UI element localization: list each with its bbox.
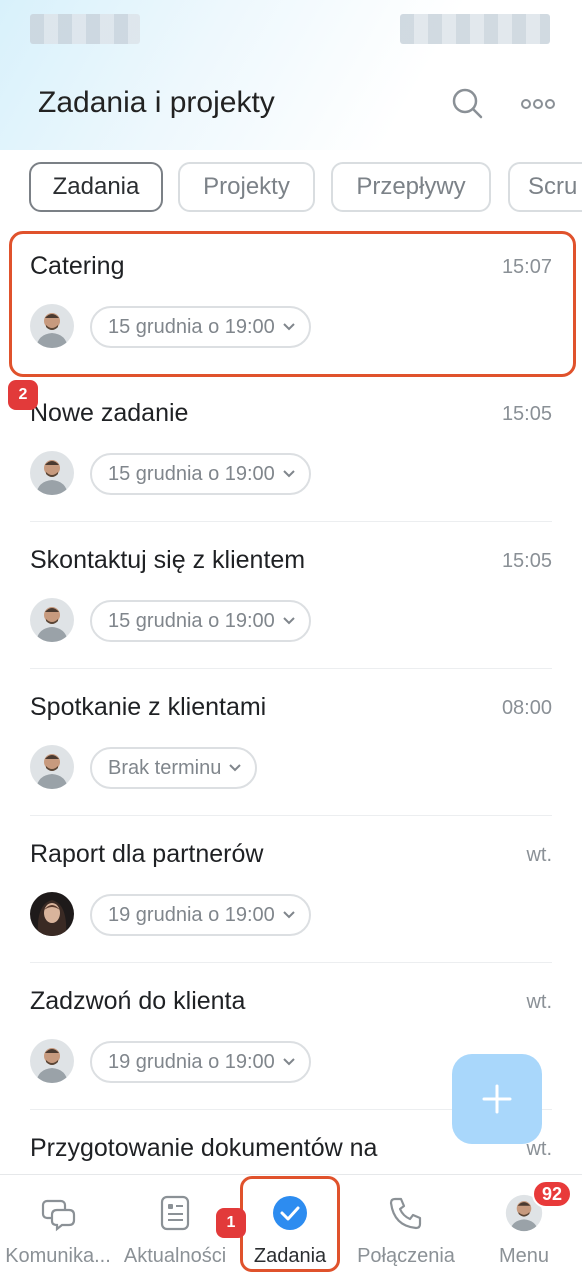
avatar[interactable] bbox=[30, 451, 74, 495]
task-time: wt. bbox=[526, 844, 552, 866]
step-marker: 2 bbox=[8, 380, 38, 410]
task-title: Nowe zadanie bbox=[30, 399, 189, 427]
task-title: Spotkanie z klientami bbox=[30, 693, 267, 721]
plus-icon bbox=[482, 1084, 512, 1114]
task-title: Zadzwoń do klienta bbox=[30, 987, 246, 1015]
phone-icon bbox=[386, 1193, 426, 1233]
deadline-pill[interactable]: 15 grudnia o 19:00 bbox=[90, 600, 311, 642]
status-bar-left-blurred bbox=[30, 14, 140, 44]
menu-notification-badge: 92 bbox=[532, 1180, 572, 1208]
chevron-down-icon bbox=[283, 911, 295, 919]
app-header: Zadania i projekty bbox=[0, 70, 582, 140]
deadline-label: Brak terminu bbox=[108, 756, 222, 779]
nav-highlight-frame bbox=[240, 1176, 340, 1272]
tab-scrum[interactable]: Scru bbox=[508, 162, 582, 212]
chat-icon bbox=[38, 1193, 78, 1233]
task-row[interactable]: Spotkanie z klientami 08:00 Brak terminu bbox=[0, 669, 582, 816]
news-icon bbox=[155, 1193, 195, 1233]
task-time: 15:05 bbox=[501, 403, 552, 425]
task-title: Przygotowanie dokumentów na bbox=[30, 1134, 378, 1162]
add-task-button[interactable] bbox=[452, 1054, 542, 1144]
task-row[interactable]: Skontaktuj się z klientem 15:05 15 grudn… bbox=[0, 522, 582, 669]
nav-label: Menu bbox=[498, 1245, 550, 1267]
chevron-down-icon bbox=[283, 470, 295, 478]
search-button[interactable] bbox=[448, 84, 488, 124]
nav-label: Aktualności bbox=[123, 1245, 227, 1267]
deadline-pill[interactable]: Brak terminu bbox=[90, 747, 258, 789]
nav-label: Komunika... bbox=[5, 1245, 111, 1267]
deadline-label: 19 grudnia o 19:00 bbox=[108, 903, 275, 926]
tab-zadania[interactable]: Zadania bbox=[29, 162, 163, 212]
chevron-down-icon bbox=[283, 617, 295, 625]
nav-item-polaczenia[interactable]: Połączenia bbox=[346, 1175, 466, 1281]
search-icon bbox=[452, 88, 483, 119]
deadline-label: 15 grudnia o 19:00 bbox=[108, 609, 275, 632]
task-time: 08:00 bbox=[501, 697, 552, 719]
avatar-man-icon bbox=[30, 745, 74, 789]
chevron-down-icon bbox=[283, 1058, 295, 1066]
avatar-woman-icon bbox=[30, 892, 74, 936]
task-row[interactable]: Nowe zadanie 15:05 15 grudnia o 19:00 bbox=[0, 375, 582, 522]
nav-label: Połączenia bbox=[357, 1245, 455, 1267]
avatar[interactable] bbox=[30, 598, 74, 642]
task-time: wt. bbox=[526, 991, 552, 1013]
avatar[interactable] bbox=[30, 745, 74, 789]
chevron-down-icon bbox=[229, 764, 242, 772]
status-bar bbox=[0, 0, 582, 60]
status-bar-right-blurred bbox=[400, 14, 550, 44]
page-title: Zadania i projekty bbox=[38, 86, 275, 119]
task-highlight-frame bbox=[9, 231, 576, 377]
filter-tabs: Zadania Projekty Przepływy Scru bbox=[0, 162, 582, 218]
more-options-button[interactable] bbox=[516, 84, 560, 124]
deadline-pill[interactable]: 15 grudnia o 19:00 bbox=[90, 453, 311, 495]
tab-przeplywy[interactable]: Przepływy bbox=[331, 162, 491, 212]
avatar-man-icon bbox=[30, 1039, 74, 1083]
nav-item-komunikator[interactable]: Komunika... bbox=[0, 1175, 116, 1281]
task-title: Raport dla partnerów bbox=[30, 840, 264, 868]
deadline-label: 15 grudnia o 19:00 bbox=[108, 462, 275, 485]
tab-projekty[interactable]: Projekty bbox=[178, 162, 315, 212]
task-time: 15:05 bbox=[501, 550, 552, 572]
deadline-pill[interactable]: 19 grudnia o 19:00 bbox=[90, 894, 311, 936]
more-dots-icon bbox=[521, 99, 555, 109]
task-row[interactable]: Raport dla partnerów wt. 19 grudnia o 19… bbox=[0, 816, 582, 963]
avatar[interactable] bbox=[30, 892, 74, 936]
deadline-label: 19 grudnia o 19:00 bbox=[108, 1050, 275, 1073]
avatar-man-icon bbox=[30, 451, 74, 495]
avatar-man-icon bbox=[30, 598, 74, 642]
deadline-pill[interactable]: 19 grudnia o 19:00 bbox=[90, 1041, 311, 1083]
task-title: Skontaktuj się z klientem bbox=[30, 546, 306, 574]
step-marker: 1 bbox=[216, 1208, 246, 1238]
avatar[interactable] bbox=[30, 1039, 74, 1083]
